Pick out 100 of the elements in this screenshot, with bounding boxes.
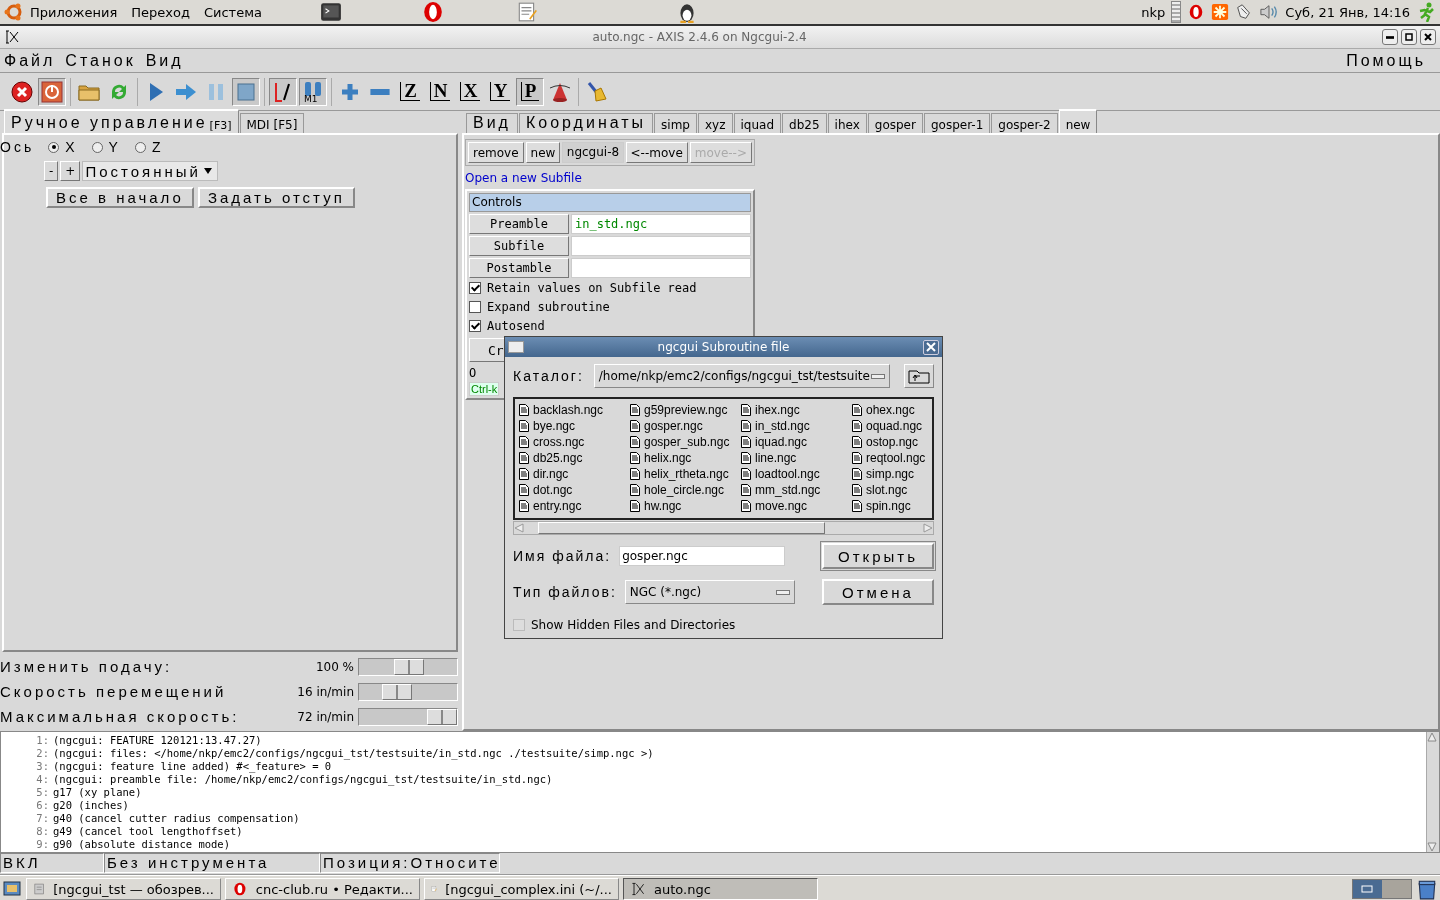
- file-name[interactable]: slot.ngc: [866, 483, 908, 497]
- file-name[interactable]: helix.ngc: [644, 451, 692, 465]
- file-name[interactable]: ostop.ngc: [866, 435, 919, 449]
- menu-item[interactable]: Система: [203, 4, 262, 20]
- input-field[interactable]: [571, 236, 751, 256]
- file-name[interactable]: db25.ngc: [533, 451, 583, 465]
- file-name[interactable]: mm_std.ngc: [755, 483, 821, 497]
- slider-thumb[interactable]: [427, 708, 457, 725]
- toolbar-button[interactable]: P: [516, 77, 544, 106]
- menu-item[interactable]: Вид: [145, 51, 184, 70]
- workspace-switcher[interactable]: [1352, 879, 1412, 899]
- button[interactable]: Postamble: [469, 258, 569, 278]
- jog-button[interactable]: -: [44, 161, 59, 181]
- slider-thumb[interactable]: [393, 658, 424, 675]
- file-name[interactable]: simp.ngc: [866, 467, 915, 481]
- dropdown[interactable]: Постоянный: [82, 161, 218, 181]
- tab[interactable]: simp: [654, 113, 697, 133]
- toolbar-button[interactable]: M1: [299, 77, 327, 106]
- file-name[interactable]: gosper_sub.ngc: [644, 435, 730, 449]
- tab[interactable]: gosper-2: [991, 113, 1058, 133]
- button[interactable]: <--move: [625, 142, 688, 163]
- button[interactable]: Preamble: [469, 214, 569, 234]
- button[interactable]: Все в начало: [46, 187, 194, 208]
- checkbox[interactable]: Show Hidden Files and Directories: [513, 615, 736, 634]
- button[interactable]: remove: [468, 142, 524, 163]
- file-name[interactable]: ohex.ngc: [866, 403, 915, 417]
- tab[interactable]: xyz: [698, 113, 733, 133]
- file-name[interactable]: cross.ngc: [533, 435, 585, 449]
- file-name[interactable]: gosper.ngc: [644, 419, 703, 433]
- file-name[interactable]: backlash.ngc: [533, 403, 604, 417]
- menu-item[interactable]: Помощь: [1346, 51, 1426, 70]
- file-name[interactable]: helix_rtheta.ngc: [644, 467, 729, 481]
- toolbar-button[interactable]: Y: [486, 77, 514, 106]
- cancel-button[interactable]: Отмена: [822, 579, 934, 605]
- button[interactable]: Задать отступ: [197, 187, 355, 208]
- link[interactable]: Open a new Subfile: [465, 171, 755, 185]
- slider-thumb[interactable]: [382, 683, 413, 700]
- radio-button[interactable]: Z: [134, 139, 164, 155]
- file-name[interactable]: dot.ngc: [533, 483, 573, 497]
- tab[interactable]: Вид: [466, 113, 518, 133]
- file-name[interactable]: reqtool.ngc: [866, 451, 926, 465]
- file-name[interactable]: loadtool.ngc: [755, 467, 820, 481]
- toolbar-button[interactable]: Z: [396, 77, 424, 106]
- file-name[interactable]: iquad.ngc: [755, 435, 808, 449]
- radio-button[interactable]: Y: [91, 139, 121, 155]
- tab[interactable]: db25: [782, 113, 827, 133]
- taskbar-button[interactable]: [ngcgui_complex.ini (~/...: [424, 878, 619, 900]
- minimize-button[interactable]: [1382, 29, 1398, 45]
- menu-item[interactable]: Приложения: [30, 4, 118, 20]
- slider[interactable]: [358, 657, 458, 676]
- file-name[interactable]: in_std.ngc: [755, 419, 810, 433]
- file-name[interactable]: oquad.ngc: [866, 419, 923, 433]
- tab[interactable]: ihex: [827, 113, 867, 133]
- taskbar-button[interactable]: [ngcgui_tst — обозрев...: [26, 878, 221, 900]
- file-name[interactable]: hw.ngc: [644, 499, 682, 513]
- menu-item[interactable]: Станок: [65, 51, 136, 70]
- file-name[interactable]: line.ngc: [755, 451, 797, 465]
- menu-item[interactable]: Файл: [4, 51, 56, 70]
- close-button[interactable]: [1420, 29, 1436, 45]
- input-field[interactable]: [571, 258, 751, 278]
- file-name[interactable]: hole_circle.ngc: [644, 483, 725, 497]
- slider[interactable]: [358, 682, 458, 701]
- taskbar-button[interactable]: cnc-club.ru • Редакти...: [225, 878, 420, 900]
- jog-button[interactable]: +: [60, 161, 81, 181]
- file-name[interactable]: g59preview.ngc: [644, 403, 728, 417]
- toolbar-button[interactable]: [269, 77, 297, 106]
- maximize-button[interactable]: [1401, 29, 1417, 45]
- file-type-dropdown[interactable]: NGC (*.ngc): [624, 580, 795, 604]
- file-name[interactable]: entry.ngc: [533, 499, 582, 513]
- slider[interactable]: [358, 707, 458, 726]
- tab[interactable]: iquad: [733, 113, 782, 133]
- parent-folder-button[interactable]: [904, 364, 934, 388]
- panel-handle[interactable]: [1171, 1, 1182, 23]
- checkbox[interactable]: Expand subroutine: [469, 297, 751, 316]
- tab[interactable]: new: [1058, 109, 1098, 133]
- tab[interactable]: gosper-1: [923, 113, 991, 133]
- radio-button[interactable]: X: [48, 139, 78, 155]
- tab[interactable]: Координаты: [518, 113, 654, 133]
- toolbar-button[interactable]: X: [456, 77, 484, 106]
- scrollbar[interactable]: [1426, 732, 1439, 852]
- button[interactable]: new: [525, 142, 561, 163]
- button[interactable]: Subfile: [469, 236, 569, 256]
- file-name[interactable]: spin.ngc: [866, 499, 911, 513]
- checkbox[interactable]: Autosend: [469, 316, 751, 335]
- menu-item[interactable]: Переход: [131, 4, 190, 20]
- tab[interactable]: gosper: [867, 113, 923, 133]
- checkbox[interactable]: Retain values on Subfile read: [469, 278, 751, 297]
- tab[interactable]: MDI [F5]: [239, 113, 305, 133]
- toolbar-button[interactable]: N: [426, 77, 454, 106]
- file-name[interactable]: bye.ngc: [533, 419, 576, 433]
- folder-dropdown[interactable]: /home/nkp/emc2/configs/ngcgui_tst/testsuite: [593, 364, 890, 388]
- file-name[interactable]: dir.ngc: [533, 467, 569, 481]
- open-button[interactable]: Открыть: [822, 543, 934, 569]
- user-name[interactable]: nkp: [1141, 4, 1166, 20]
- clock[interactable]: Суб, 21 Янв, 14:16: [1285, 4, 1410, 20]
- scrollbar[interactable]: [513, 521, 934, 535]
- file-name[interactable]: move.ngc: [755, 499, 808, 513]
- input-field[interactable]: in_std.ngc: [571, 214, 751, 234]
- input-field[interactable]: gosper.ngc: [619, 546, 786, 566]
- file-name[interactable]: ihex.ngc: [755, 403, 800, 417]
